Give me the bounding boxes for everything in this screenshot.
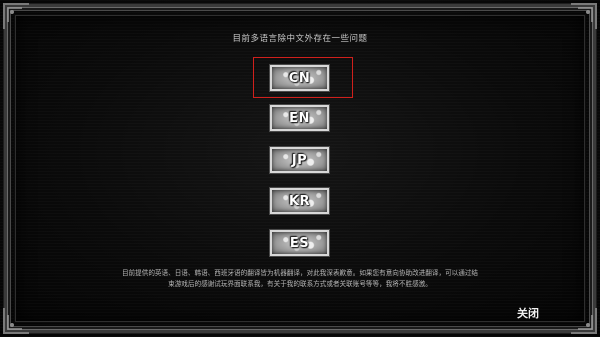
corner-ornament-icon bbox=[571, 308, 597, 334]
translation-disclaimer: 目前提供的英语、日语、韩语、西班牙语的翻译皆为机器翻译，对此我深表歉意。如果您有… bbox=[80, 268, 520, 290]
disclaimer-line-1: 目前提供的英语、日语、韩语、西班牙语的翻译皆为机器翻译，对此我深表歉意。如果您有… bbox=[121, 269, 479, 277]
language-button-kr[interactable]: KR bbox=[270, 188, 329, 214]
language-select-screen: 目前多语言除中文外存在一些问题 CN EN JP KR ES 目前提供的英语、日… bbox=[0, 0, 600, 337]
language-button-en[interactable]: EN bbox=[270, 105, 329, 131]
language-button-cn[interactable]: CN bbox=[270, 65, 329, 91]
language-button-es[interactable]: ES bbox=[270, 230, 329, 256]
language-button-jp[interactable]: JP bbox=[270, 147, 329, 173]
close-button[interactable]: 关闭 bbox=[517, 305, 539, 321]
corner-ornament-icon bbox=[3, 3, 29, 29]
corner-ornament-icon bbox=[571, 3, 597, 29]
corner-ornament-icon bbox=[3, 308, 29, 334]
language-notice: 目前多语言除中文外存在一些问题 bbox=[232, 34, 368, 44]
disclaimer-line-2: 束游戏后的感谢试玩界面联系我，有关于我的联系方式或者关联账号等等，我将不胜感激。 bbox=[168, 280, 432, 288]
